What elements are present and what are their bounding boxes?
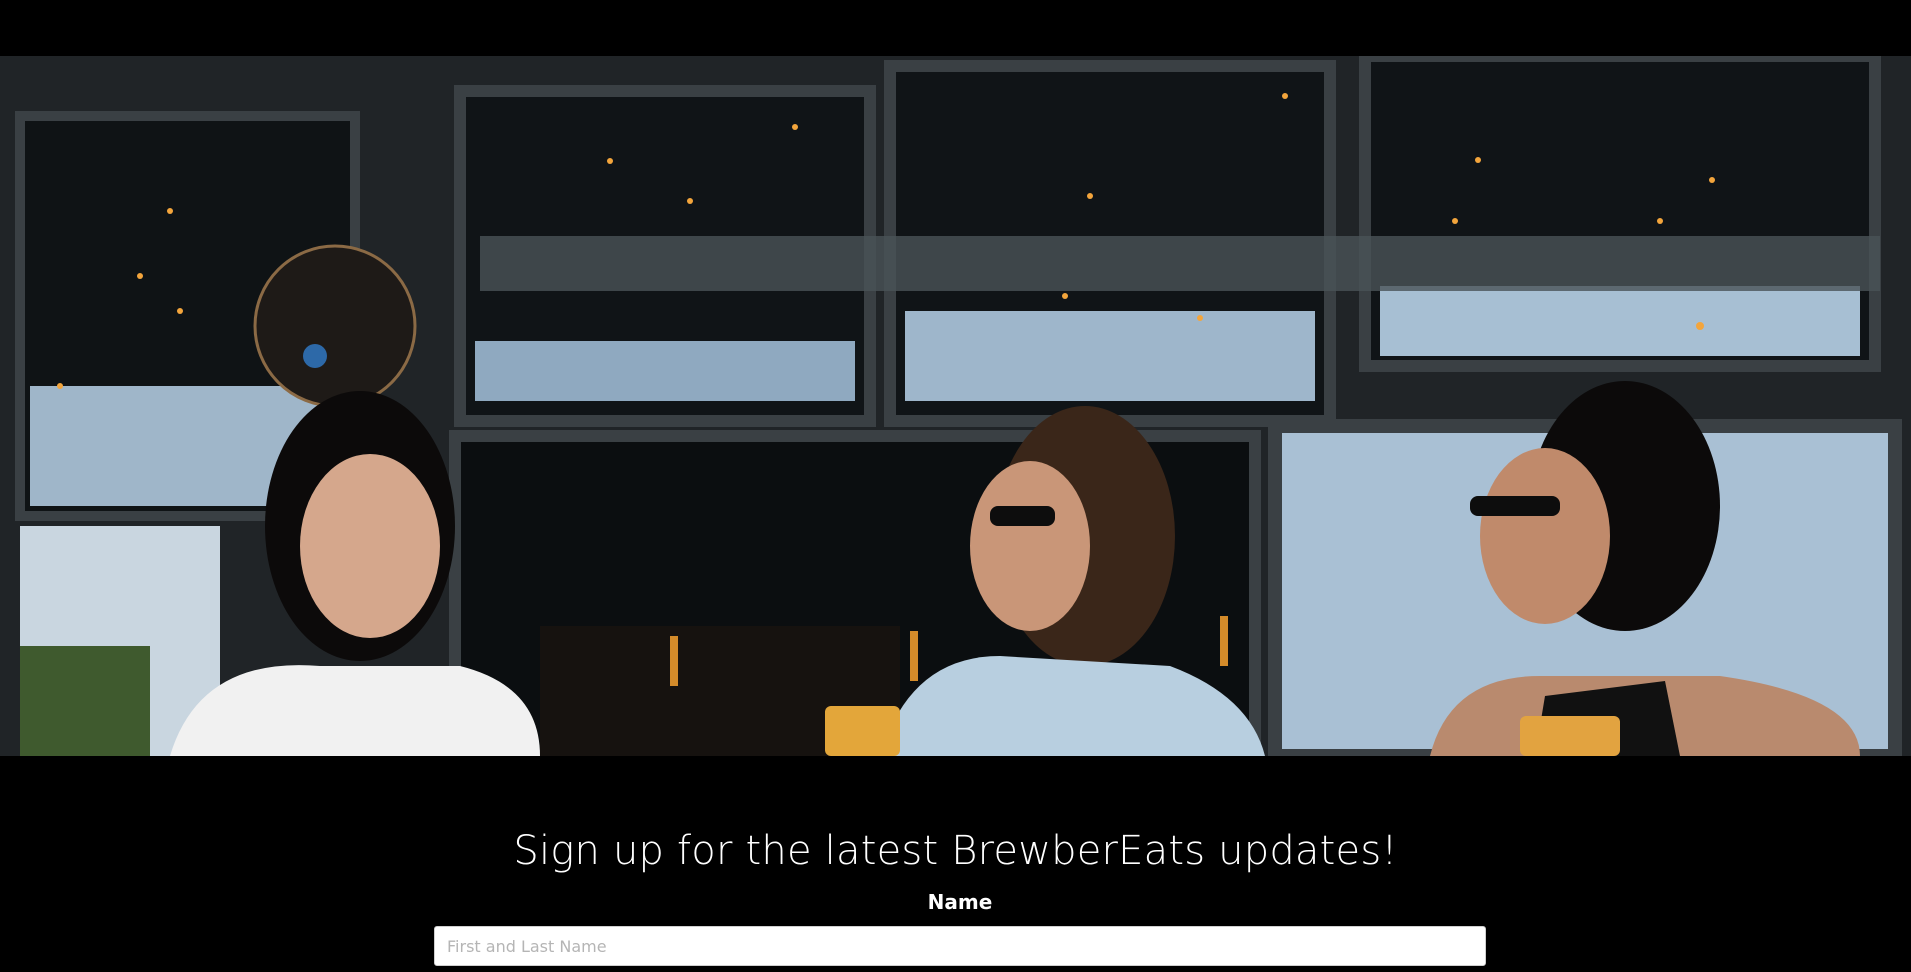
page: Sign up for the latest BrewberEats updat… [0, 0, 1911, 972]
name-input[interactable] [434, 926, 1486, 966]
top-bar [0, 0, 1911, 56]
hero-photo-illustration [0, 56, 1911, 756]
signup-title: Sign up for the latest BrewberEats updat… [513, 828, 1398, 874]
name-label: Name [927, 890, 993, 914]
hero-image [0, 56, 1911, 756]
